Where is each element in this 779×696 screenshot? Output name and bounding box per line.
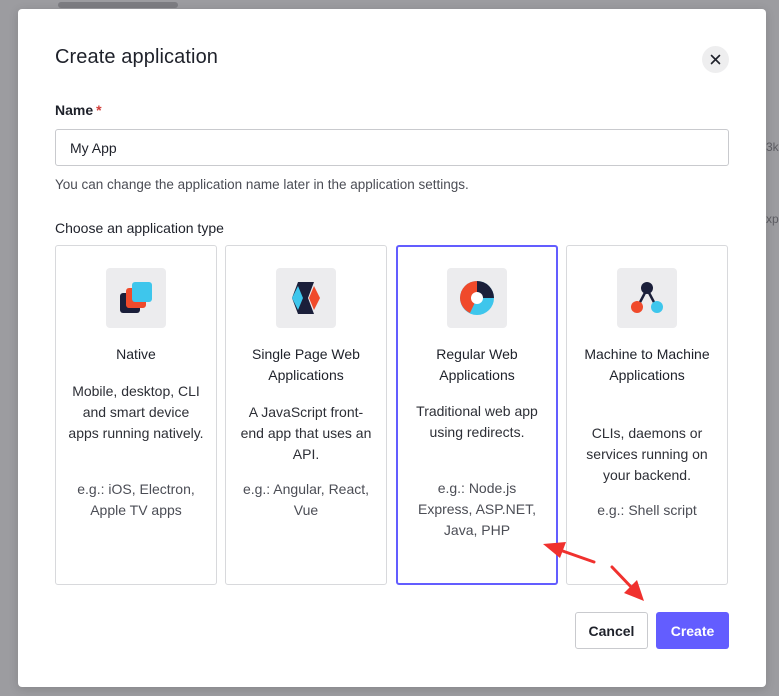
regular-web-app-icon <box>447 268 507 328</box>
card-description: Mobile, desktop, CLI and smart device ap… <box>68 383 204 441</box>
background-fragment: 3k <box>766 140 779 154</box>
card-title: Regular Web Applications <box>436 346 518 383</box>
card-native[interactable]: Native Mobile, desktop, CLI and smart de… <box>55 245 217 585</box>
machine-to-machine-icon <box>617 268 677 328</box>
background-header-fragment <box>58 2 178 8</box>
application-type-label: Choose an application type <box>55 220 224 236</box>
card-spa[interactable]: Single Page Web Applications A JavaScrip… <box>225 245 387 585</box>
card-regular-web[interactable]: Regular Web Applications Traditional web… <box>396 245 558 585</box>
card-title: Single Page Web Applications <box>252 346 360 383</box>
application-type-cards: Native Mobile, desktop, CLI and smart de… <box>55 245 729 585</box>
close-icon <box>710 54 721 65</box>
card-description: A JavaScript front-end app that uses an … <box>240 404 372 462</box>
create-button[interactable]: Create <box>656 612 729 649</box>
card-example: e.g.: iOS, Electron, Apple TV apps <box>77 481 195 518</box>
name-help-text: You can change the application name late… <box>55 177 469 192</box>
card-example: e.g.: Shell script <box>597 502 697 518</box>
native-app-icon <box>106 268 166 328</box>
modal-title: Create application <box>55 46 219 68</box>
required-marker: * <box>96 102 102 118</box>
card-title: Native <box>116 346 156 362</box>
card-machine-to-machine[interactable]: Machine to Machine Applications CLIs, da… <box>566 245 728 585</box>
card-title: Machine to Machine Applications <box>584 346 710 383</box>
name-label-text: Name <box>55 102 94 118</box>
background-fragment: xp <box>766 212 779 226</box>
name-input[interactable] <box>55 129 729 166</box>
close-button[interactable] <box>702 46 729 73</box>
name-label: Name * <box>55 102 102 118</box>
card-example: e.g.: Angular, React, Vue <box>242 481 370 518</box>
create-application-modal: Create application Name* You can change … <box>18 9 766 687</box>
spa-icon <box>276 268 336 328</box>
card-description: CLIs, daemons or services running on you… <box>586 425 708 483</box>
card-description: Traditional web app using redirects. <box>416 403 538 440</box>
card-example: e.g.: Node.js Express, ASP.NET, Java, PH… <box>417 480 536 538</box>
cancel-button[interactable]: Cancel <box>575 612 648 649</box>
